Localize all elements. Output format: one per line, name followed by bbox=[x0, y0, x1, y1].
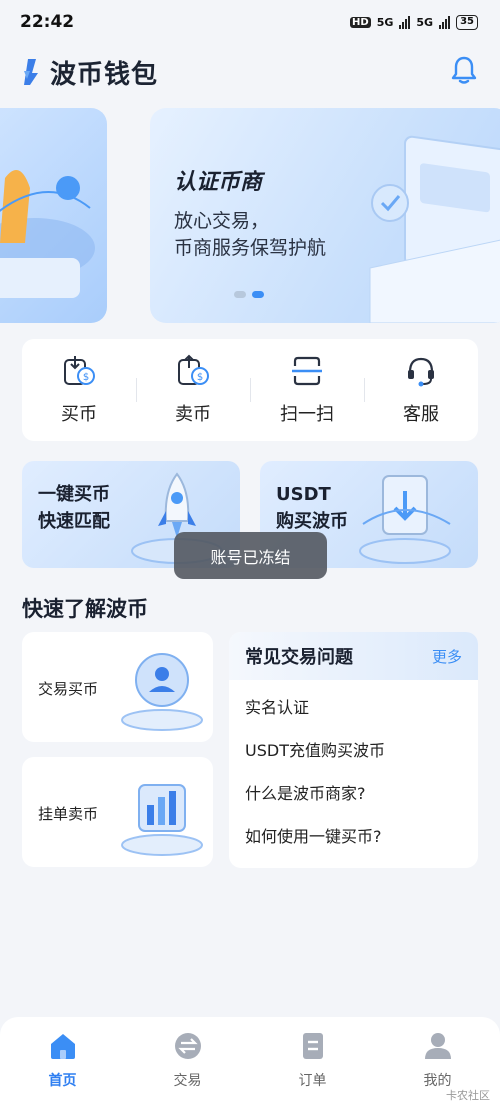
status-time: 22:42 bbox=[20, 12, 75, 32]
signal-icon-2 bbox=[439, 15, 451, 29]
order-icon bbox=[302, 1033, 323, 1059]
faq-header: 常见交易问题 更多 bbox=[229, 632, 478, 680]
profile-icon bbox=[424, 1033, 451, 1059]
status-bar: 22:42 HD 5G 5G 35 bbox=[0, 0, 500, 44]
action-support-label: 客服 bbox=[403, 404, 439, 425]
scan-icon bbox=[292, 356, 322, 386]
banner-subtitle: 放心交易， 币商服务保驾护航 bbox=[174, 208, 326, 262]
action-sell-label: 卖币 bbox=[175, 404, 211, 425]
logo-icon bbox=[24, 59, 38, 85]
faq-title: 常见交易问题 bbox=[245, 647, 353, 668]
promo-text: 一键买币 快速匹配 bbox=[38, 481, 110, 535]
banner-subtitle-line-2: 币商服务保驾护航 bbox=[174, 237, 327, 259]
laptop-illustration-icon bbox=[369, 135, 500, 323]
download-card-icon bbox=[359, 475, 451, 564]
faq-item[interactable]: 什么是波币商家? bbox=[229, 770, 478, 813]
faq-item[interactable]: 如何使用一键买币? bbox=[229, 813, 478, 856]
faq-more-link[interactable]: 更多 bbox=[432, 646, 462, 667]
faq-list: 实名认证 USDT充值购买波币 什么是波币商家? 如何使用一键买币? bbox=[229, 680, 478, 856]
headset-icon bbox=[408, 357, 434, 387]
promo-text: USDT 购买波币 bbox=[276, 481, 348, 535]
svg-text:$: $ bbox=[197, 372, 203, 383]
nav-label-home: 首页 bbox=[48, 1073, 77, 1089]
action-buy-coin[interactable]: $ 买币 bbox=[22, 354, 136, 426]
faq-item[interactable]: USDT充值购买波币 bbox=[229, 727, 478, 770]
learn-card-label: 挂单卖币 bbox=[38, 805, 99, 823]
status-indicators: HD 5G 5G 35 bbox=[350, 14, 478, 30]
home-icon bbox=[50, 1034, 75, 1059]
section-title: 快速了解波币 bbox=[22, 597, 148, 621]
nav-item-home[interactable]: 首页 bbox=[0, 1017, 125, 1111]
app-title: 波币钱包 bbox=[50, 59, 159, 90]
user-coin-illustration-icon bbox=[121, 653, 203, 731]
promo-line-2: 快速匹配 bbox=[38, 511, 110, 532]
learn-card-buy[interactable]: 交易买币 bbox=[22, 632, 213, 742]
faq-item[interactable]: 实名认证 bbox=[229, 684, 478, 727]
rocket-illustration-icon bbox=[0, 170, 95, 298]
sell-coin-icon: $ bbox=[178, 354, 209, 385]
nav-item-orders[interactable]: 订单 bbox=[250, 1017, 375, 1111]
action-support[interactable]: 客服 bbox=[364, 354, 478, 426]
carousel-indicator bbox=[234, 291, 264, 298]
signal-icon bbox=[399, 15, 411, 29]
nav-item-trade[interactable]: 交易 bbox=[125, 1017, 250, 1111]
learn-card-sell[interactable]: 挂单卖币 bbox=[22, 757, 213, 867]
svg-text:$: $ bbox=[83, 372, 89, 383]
faq-panel: 常见交易问题 更多 实名认证 USDT充值购买波币 什么是波币商家? 如何使用一… bbox=[229, 632, 478, 868]
action-sell-coin[interactable]: $ 卖币 bbox=[136, 354, 250, 426]
network-label-2: 5G bbox=[416, 15, 434, 29]
bottom-nav: 首页 交易 订单 我的 卡农社区 bbox=[0, 1017, 500, 1111]
promo-line-1: 一键买币 bbox=[38, 484, 110, 505]
banner-subtitle-line-1: 放心交易， bbox=[174, 210, 270, 232]
banner-slide-previous[interactable] bbox=[0, 108, 107, 323]
network-label-1: 5G bbox=[376, 15, 394, 29]
banner-carousel[interactable]: 认证币商 放心交易， 币商服务保驾护航 bbox=[0, 108, 500, 323]
carousel-dot-active bbox=[252, 291, 264, 298]
nav-label-orders: 订单 bbox=[298, 1073, 327, 1089]
watermark: 卡农社区 bbox=[446, 1089, 490, 1102]
exchange-icon bbox=[174, 1033, 201, 1059]
promo-line-2: 购买波币 bbox=[276, 511, 348, 532]
chart-box-illustration-icon bbox=[121, 784, 203, 856]
toast-message: 账号已冻结 bbox=[174, 532, 327, 579]
learn-card-label: 交易买币 bbox=[38, 680, 99, 698]
buy-coin-icon: $ bbox=[64, 356, 95, 385]
banner-slide-current[interactable]: 认证币商 放心交易， 币商服务保驾护航 bbox=[150, 108, 500, 323]
banner-title: 认证币商 bbox=[174, 170, 263, 195]
app-header: 波币钱包 bbox=[0, 50, 500, 94]
battery-icon: 35 bbox=[456, 14, 478, 30]
promo-line-1: USDT bbox=[276, 484, 331, 505]
battery-level: 35 bbox=[460, 15, 474, 27]
action-scan[interactable]: 扫一扫 bbox=[250, 354, 364, 426]
action-scan-label: 扫一扫 bbox=[280, 404, 334, 425]
quick-actions: $ 买币 $ 卖币 扫一扫 客服 bbox=[22, 339, 478, 441]
brand: 波币钱包 bbox=[22, 54, 158, 91]
carousel-dot bbox=[234, 291, 246, 298]
nav-label-trade: 交易 bbox=[173, 1073, 202, 1089]
hd-badge: HD bbox=[350, 16, 371, 28]
bell-icon[interactable] bbox=[450, 55, 478, 89]
action-buy-label: 买币 bbox=[61, 404, 97, 425]
